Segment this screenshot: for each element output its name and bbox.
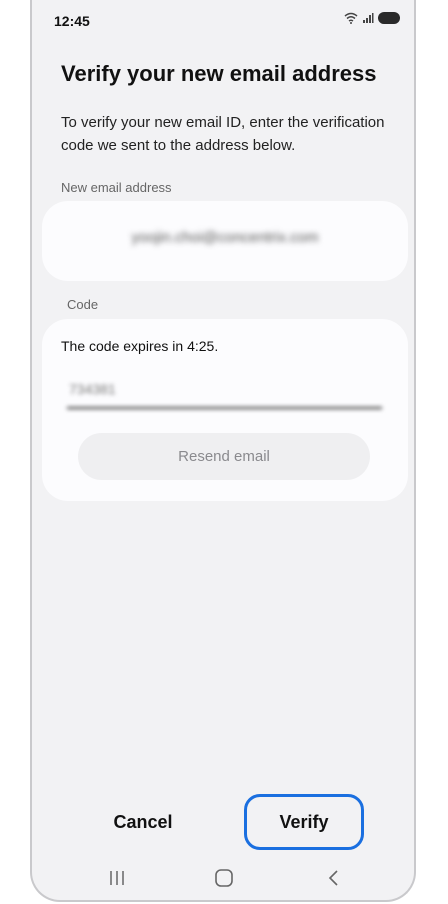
email-card: yoojin.choi@concentrix.com — [42, 201, 408, 281]
navigation-bar — [32, 860, 414, 896]
code-section-label: Code — [67, 297, 99, 312]
status-time: 12:45 — [54, 13, 90, 29]
back-icon — [328, 870, 338, 886]
wifi-icon — [344, 12, 358, 24]
recent-apps-button[interactable] — [103, 864, 131, 892]
email-value: yoojin.choi@concentrix.com — [131, 229, 319, 246]
back-button[interactable] — [320, 864, 348, 892]
verify-button[interactable]: Verify — [244, 794, 364, 850]
code-card: The code expires in 4:25. Resend email — [42, 319, 408, 501]
status-bar: 12:45 — [32, 0, 414, 40]
phone-screen: 12:45 Verify your new email address To v… — [30, 0, 416, 902]
email-section-label: New email address — [61, 180, 172, 195]
page-description: To verify your new email ID, enter the v… — [61, 114, 385, 154]
home-icon — [215, 869, 233, 887]
battery-icon — [378, 12, 400, 24]
recent-apps-icon — [110, 871, 124, 885]
code-expiry-text: The code expires in 4:25. — [61, 338, 219, 354]
code-input[interactable] — [67, 371, 382, 409]
status-icons — [344, 12, 400, 24]
resend-email-button[interactable]: Resend email — [78, 433, 370, 480]
home-button[interactable] — [210, 864, 238, 892]
signal-icon — [363, 13, 374, 23]
cancel-button[interactable]: Cancel — [88, 800, 198, 844]
page-title: Verify your new email address — [61, 61, 377, 86]
